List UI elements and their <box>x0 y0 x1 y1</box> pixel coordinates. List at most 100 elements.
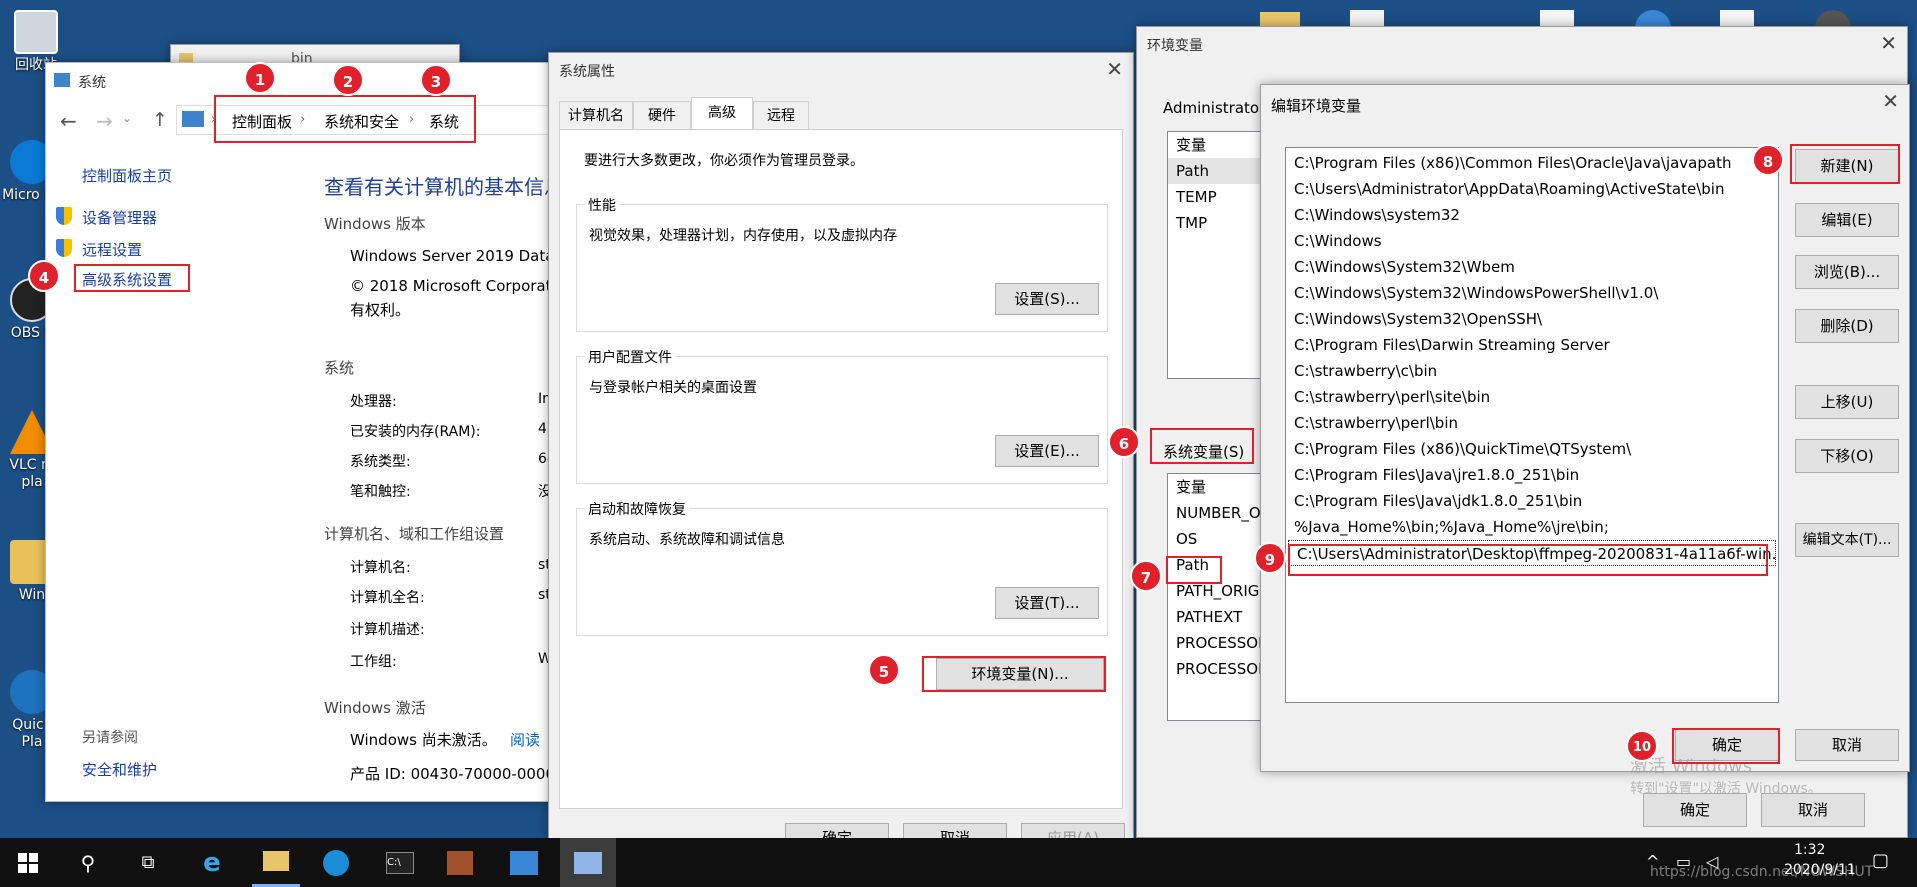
user-profile-group: 用户配置文件 与登录帐户相关的桌面设置 设置(E)... <box>576 347 1108 484</box>
path-entry[interactable]: %Java_Home%\bin;%Java_Home%\jre\bin; <box>1286 514 1778 540</box>
breadcrumb-system[interactable]: 系统 <box>429 111 459 132</box>
breadcrumb-system-security[interactable]: 系统和安全 <box>324 111 399 132</box>
taskbar-cmd[interactable]: C:\ <box>376 838 424 887</box>
page-heading: 查看有关计算机的基本信息 <box>324 175 556 199</box>
clock-date[interactable]: 2020/9/11 <box>1784 862 1856 878</box>
browse-button[interactable]: 浏览(B)... <box>1795 255 1899 289</box>
performance-settings-button[interactable]: 设置(S)... <box>995 283 1099 315</box>
monitor-icon <box>574 851 602 874</box>
see-also-title: 另请参阅 <box>82 730 138 746</box>
path-entry[interactable]: C:\Program Files (x86)\Common Files\Orac… <box>1286 150 1778 176</box>
path-list[interactable]: C:\Program Files (x86)\Common Files\Orac… <box>1285 147 1779 703</box>
path-entry-new[interactable]: C:\Users\Administrator\Desktop\ffmpeg-20… <box>1288 540 1776 566</box>
annotation-badge-2: 2 <box>332 64 364 96</box>
ok-button[interactable]: 确定 <box>1643 793 1747 827</box>
taskbar-system[interactable] <box>560 838 616 887</box>
system-section-title: 系统 <box>324 359 355 377</box>
notification-icon[interactable]: ▢ <box>1872 850 1889 871</box>
list-item[interactable]: PATHEXT <box>1168 604 1262 630</box>
path-entry[interactable]: C:\strawberry\perl\bin <box>1286 410 1778 436</box>
tab-hardware[interactable]: 硬件 <box>633 101 691 129</box>
new-button[interactable]: 新建(N) <box>1795 149 1899 183</box>
computer-icon <box>54 73 70 87</box>
annotation-badge-6: 6 <box>1108 426 1140 458</box>
delete-button[interactable]: 删除(D) <box>1795 309 1899 343</box>
tab-computer-name[interactable]: 计算机名 <box>559 101 633 129</box>
path-entry[interactable]: C:\Program Files\Java\jdk1.8.0_251\bin <box>1286 488 1778 514</box>
list-item[interactable]: NUMBER_O <box>1168 500 1262 526</box>
ram-label: 已安装的内存(RAM): <box>350 424 481 440</box>
list-item[interactable]: PROCESSOR <box>1168 656 1262 682</box>
close-icon[interactable]: ✕ <box>1882 89 1899 113</box>
path-entry[interactable]: C:\Windows\System32\Wbem <box>1286 254 1778 280</box>
edit-button[interactable]: 编辑(E) <box>1795 203 1899 237</box>
environment-variables-button[interactable]: 环境变量(N)... <box>936 658 1104 690</box>
path-entry[interactable]: C:\strawberry\perl\site\bin <box>1286 384 1778 410</box>
admin-note: 要进行大多数更改，你必须作为管理员登录。 <box>584 153 864 169</box>
annotation-badge-10: 10 <box>1626 730 1658 762</box>
list-item[interactable]: PROCESSOR <box>1168 630 1262 656</box>
clock-time[interactable]: 1:32 <box>1794 842 1825 858</box>
user-variables-list[interactable]: 变量 Path TEMP TMP <box>1167 131 1263 379</box>
list-item[interactable]: TEMP <box>1168 184 1262 210</box>
system-variables-list[interactable]: 变量 NUMBER_O OS Path PATH_ORIG PATHEXT PR… <box>1167 473 1263 721</box>
close-icon[interactable]: ✕ <box>1880 31 1897 55</box>
up-arrow-icon[interactable]: ↑ <box>152 109 168 131</box>
taskbar-app[interactable] <box>436 838 484 887</box>
back-arrow-icon[interactable]: ← <box>60 109 77 133</box>
forward-arrow-icon[interactable]: → <box>96 109 113 133</box>
list-item[interactable]: Path <box>1168 158 1262 184</box>
activation-link[interactable]: 阅读 <box>510 729 540 750</box>
path-entry[interactable]: C:\Program Files\Darwin Streaming Server <box>1286 332 1778 358</box>
path-entry[interactable]: C:\Windows\System32\OpenSSH\ <box>1286 306 1778 332</box>
workgroup-label: 工作组: <box>350 654 397 670</box>
tab-advanced[interactable]: 高级 <box>691 97 753 131</box>
annotation-badge-4: 4 <box>28 260 60 292</box>
computer-name-label: 计算机名: <box>350 560 411 576</box>
path-entry[interactable]: C:\Windows\system32 <box>1286 202 1778 228</box>
path-entry[interactable]: C:\Program Files\Java\jre1.8.0_251\bin <box>1286 462 1778 488</box>
breadcrumb-control-panel[interactable]: 控制面板 <box>232 111 292 132</box>
path-entry[interactable]: C:\Windows\System32\WindowsPowerShell\v1… <box>1286 280 1778 306</box>
edit-environment-variable-dialog: 编辑环境变量 ✕ C:\Program Files (x86)\Common F… <box>1260 84 1910 772</box>
tab-remote[interactable]: 远程 <box>753 101 809 129</box>
sidebar-item-advanced-settings[interactable]: 高级系统设置 <box>82 269 172 290</box>
task-view-button[interactable]: ⧉ <box>124 838 172 887</box>
annotation-badge-1: 1 <box>244 62 276 94</box>
edit-text-button[interactable]: 编辑文本(T)... <box>1795 523 1899 557</box>
taskbar-control-panel[interactable] <box>500 838 548 887</box>
taskbar-edge[interactable] <box>312 838 360 887</box>
desktop-icon-label: Win <box>18 587 46 603</box>
breadcrumb-chevron-icon: › <box>211 112 217 127</box>
list-item[interactable]: TMP <box>1168 210 1262 236</box>
breadcrumb-chevron-icon: › <box>409 112 415 127</box>
breadcrumb-chevron-icon: › <box>300 112 306 127</box>
taskbar-explorer[interactable] <box>252 838 300 887</box>
list-header: 变量 <box>1168 132 1262 158</box>
windows-logo-icon <box>18 852 38 873</box>
activation-status: Windows 尚未激活。 <box>350 731 497 749</box>
chevron-down-icon[interactable]: ⌄ <box>122 111 132 125</box>
path-entry[interactable]: C:\Users\Administrator\AppData\Roaming\A… <box>1286 176 1778 202</box>
close-icon[interactable]: ✕ <box>1106 57 1123 81</box>
taskbar: ⚲ ⧉ e C:\ ^ ▭ ◁ https://blog.csdn.net/NO… <box>0 838 1917 887</box>
dialog-title: 环境变量 <box>1147 38 1203 54</box>
sidebar-item-security-maintenance[interactable]: 安全和维护 <box>82 759 157 780</box>
list-item[interactable]: OS <box>1168 526 1262 552</box>
list-item[interactable]: PATH_ORIG <box>1168 578 1262 604</box>
start-button[interactable] <box>4 838 52 887</box>
sidebar-item-remote-settings[interactable]: 远程设置 <box>82 239 142 260</box>
taskbar-ie[interactable]: e <box>188 838 236 887</box>
sidebar-item-device-manager[interactable]: 设备管理器 <box>82 207 157 228</box>
list-item[interactable]: Path <box>1168 552 1262 578</box>
search-button[interactable]: ⚲ <box>64 838 112 887</box>
path-entry[interactable]: C:\Program Files (x86)\QuickTime\QTSyste… <box>1286 436 1778 462</box>
sidebar-home-link[interactable]: 控制面板主页 <box>82 165 172 186</box>
profile-settings-button[interactable]: 设置(E)... <box>995 435 1099 467</box>
move-down-button[interactable]: 下移(O) <box>1795 439 1899 473</box>
startup-settings-button[interactable]: 设置(T)... <box>995 587 1099 619</box>
path-entry[interactable]: C:\strawberry\c\bin <box>1286 358 1778 384</box>
path-entry[interactable]: C:\Windows <box>1286 228 1778 254</box>
cancel-button[interactable]: 取消 <box>1761 793 1865 827</box>
move-up-button[interactable]: 上移(U) <box>1795 385 1899 419</box>
